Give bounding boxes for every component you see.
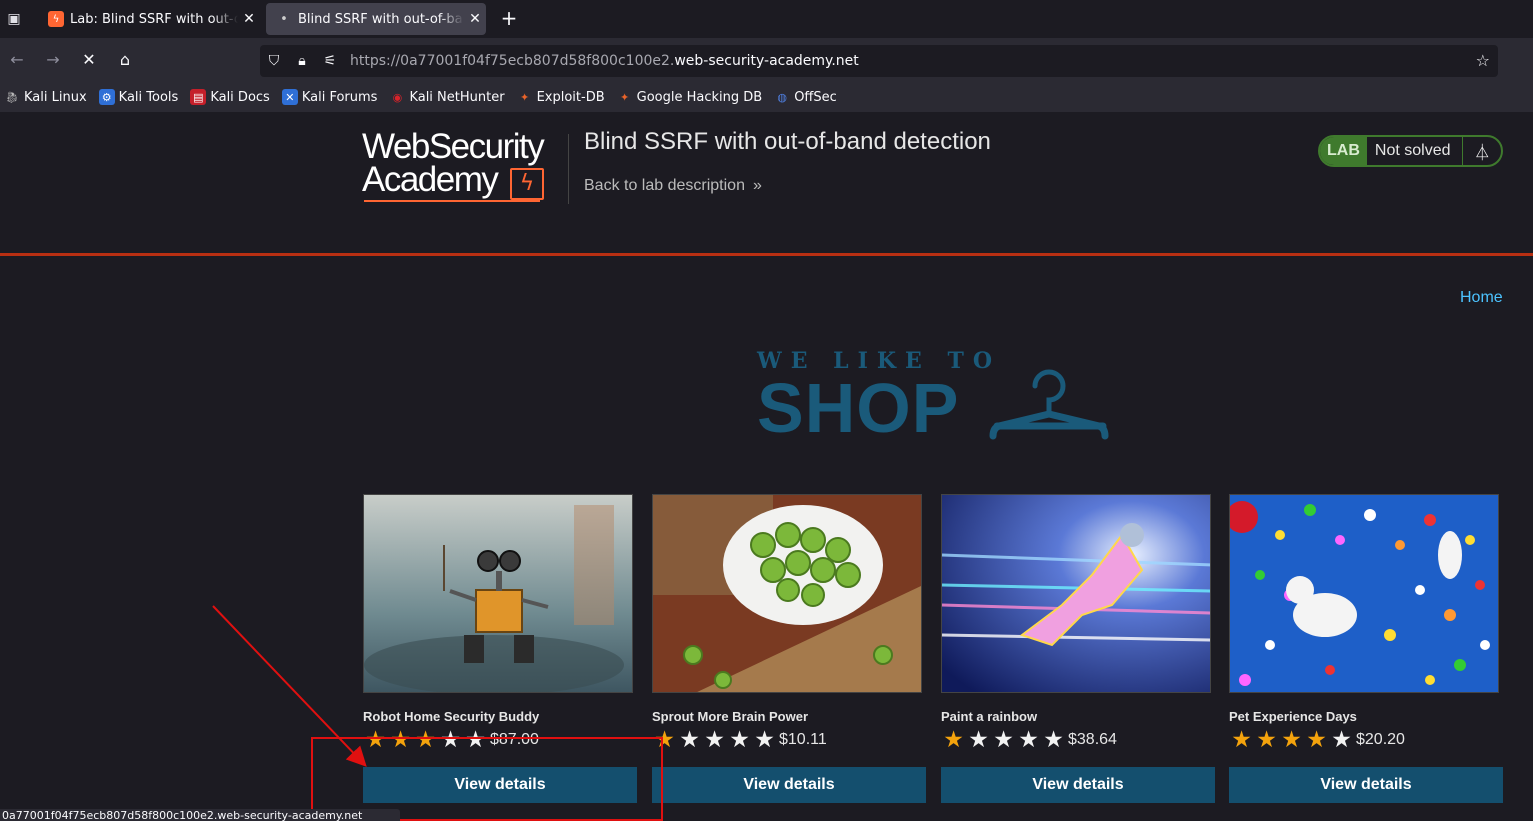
lock-icon[interactable]: 🔒︎ (288, 53, 316, 69)
star-icon: ★ (943, 727, 964, 753)
lightning-icon: ϟ (510, 168, 544, 200)
star-icon: ★ (1018, 727, 1039, 753)
home-icon[interactable]: ⌂ (114, 49, 136, 71)
product-card: Paint a rainbow ★ ★ ★ ★ ★ $38.64 View detail… (941, 494, 1215, 821)
kali-docs-icon: ▤ (190, 89, 207, 105)
close-tab-icon[interactable]: ✕ (238, 11, 260, 27)
flask-icon: ⏃ (1474, 143, 1491, 162)
url-text[interactable]: https://0a77001f04f75ecb807d58f800c100e2… (350, 53, 859, 69)
view-details-button[interactable]: View details (941, 767, 1215, 803)
bookmark-kali-linux[interactable]: 🐉︎ Kali Linux (4, 89, 87, 105)
back-to-lab-description-link[interactable]: Back to lab description» (584, 177, 762, 195)
bookmark-kali-nethunter[interactable]: ◉ Kali NetHunter (389, 89, 505, 105)
star-icon: ★ (704, 727, 725, 753)
tab-lab-description[interactable]: ϟ Lab: Blind SSRF with out-of-band detec… (38, 3, 260, 35)
product-rating: ★ ★ ★ ★ ★ $38.64 (941, 727, 1117, 753)
view-details-button[interactable]: View details (652, 767, 926, 803)
bookmark-kali-docs[interactable]: ▤ Kali Docs (190, 89, 270, 105)
lab-badge: LAB (1320, 137, 1367, 165)
nethunter-icon: ◉ (392, 90, 403, 104)
bookmark-offsec[interactable]: ◍ OffSec (774, 89, 836, 105)
product-card: Robot Home Security Buddy ★ ★ ★ ★ ★ $87.00 V… (363, 494, 637, 821)
product-price: $20.20 (1356, 731, 1405, 748)
star-icon: ★ (654, 727, 675, 753)
loading-dot-icon: • (280, 11, 288, 27)
tab-list-icon[interactable]: ▣ (4, 9, 24, 29)
product-image-robot[interactable] (363, 494, 633, 693)
star-icon: ★ (390, 727, 411, 753)
star-icon: ★ (1256, 727, 1277, 753)
forward-arrow-icon[interactable]: → (42, 49, 64, 71)
home-link[interactable]: Home (1460, 289, 1503, 307)
stop-loading-icon[interactable]: ✕ (78, 49, 100, 71)
kali-tools-icon: ⚙ (98, 89, 115, 105)
tab-bar: ▣ ϟ Lab: Blind SSRF with out-of-band det… (0, 0, 1533, 38)
star-icon: ★ (1043, 727, 1064, 753)
product-rating: ★ ★ ★ ★ ★ $10.11 (652, 727, 827, 753)
tab-label: Blind SSRF with out-of-band detection (298, 11, 464, 27)
star-icon: ★ (415, 727, 436, 753)
burp-lightning-icon: ϟ (48, 11, 64, 27)
bookmark-kali-tools[interactable]: ⚙ Kali Tools (98, 89, 178, 105)
product-price: $10.11 (779, 731, 827, 748)
new-tab-button[interactable]: + (497, 7, 521, 31)
link-status-bar: 0a77001f04f75ecb807d58f800c100e2.web-sec… (0, 809, 400, 821)
product-price: $38.64 (1068, 731, 1117, 748)
star-icon: ★ (465, 727, 486, 753)
product-card: Pet Experience Days ★ ★ ★ ★ ★ $20.20 View de… (1229, 494, 1503, 821)
bookmark-kali-forums[interactable]: ✕ Kali Forums (281, 89, 377, 105)
tab-active-lab[interactable]: • Blind SSRF with out-of-band detection … (266, 3, 486, 35)
bookmark-exploit-db[interactable]: ✦ Exploit-DB (517, 89, 605, 105)
star-icon: ★ (1331, 727, 1352, 753)
permissions-icon[interactable]: ⚟ (316, 53, 344, 69)
product-grid: Robot Home Security Buddy ★ ★ ★ ★ ★ $87.00 V… (363, 494, 1503, 821)
close-tab-icon[interactable]: ✕ (464, 11, 486, 27)
product-name: Paint a rainbow (941, 709, 1038, 724)
star-icon: ★ (440, 727, 461, 753)
lab-title: Blind SSRF with out-of-band detection (584, 128, 991, 155)
address-bar[interactable]: ⛉ 🔒︎ ⚟ https://0a77001f04f75ecb807d58f80… (260, 45, 1498, 77)
product-card: Sprout More Brain Power ★ ★ ★ ★ ★ $10.11 Vie… (652, 494, 926, 821)
kali-dragon-icon: 🐉︎ (5, 90, 19, 104)
star-icon: ★ (993, 727, 1014, 753)
bookmark-star-icon[interactable]: ☆ (1476, 51, 1490, 70)
lab-status-text: Not solved (1367, 137, 1464, 165)
web-page: WebSecurity Academy ϟ Blind SSRF with ou… (0, 112, 1533, 821)
back-arrow-icon[interactable]: ← (6, 49, 28, 71)
exploit-db-icon: ✦ (519, 90, 530, 104)
we-like-to-shop-banner: WE LIKE TO SHOP (757, 348, 1117, 448)
view-details-button[interactable]: View details (363, 767, 637, 803)
star-icon: ★ (754, 727, 775, 753)
product-rating: ★ ★ ★ ★ ★ $20.20 (1229, 727, 1405, 753)
lab-status-widget: LAB Not solved ⏃ (1318, 135, 1503, 167)
view-details-button[interactable]: View details (1229, 767, 1503, 803)
product-name: Pet Experience Days (1229, 709, 1357, 724)
star-icon: ★ (729, 727, 750, 753)
star-icon: ★ (679, 727, 700, 753)
product-image-rainbow[interactable] (941, 494, 1211, 693)
lab-header: WebSecurity Academy ϟ Blind SSRF with ou… (0, 112, 1533, 256)
star-icon: ★ (1231, 727, 1252, 753)
product-image-pets[interactable] (1229, 494, 1499, 693)
ghdb-icon: ✦ (620, 90, 630, 104)
hanger-icon (989, 369, 1109, 440)
star-icon: ★ (1306, 727, 1327, 753)
product-name: Sprout More Brain Power (652, 709, 809, 724)
product-price: $87.00 (490, 731, 539, 748)
double-chevron-right-icon: » (752, 177, 762, 194)
bookmark-google-hacking-db[interactable]: ✦ Google Hacking DB (617, 89, 762, 105)
web-security-academy-logo[interactable]: WebSecurity Academy ϟ (362, 129, 568, 206)
product-image-sprouts[interactable] (652, 494, 922, 693)
kali-forums-icon: ✕ (281, 89, 298, 105)
offsec-icon: ◍ (777, 90, 787, 104)
product-name: Robot Home Security Buddy (363, 709, 540, 724)
navigation-bar: ← → ✕ ⌂ ⛉ 🔒︎ ⚟ https://0a77001f04f75ecb8… (0, 38, 1533, 82)
star-icon: ★ (968, 727, 989, 753)
bookmarks-toolbar: 🐉︎ Kali Linux ⚙ Kali Tools ▤ Kali Docs ✕ Kal… (0, 82, 1533, 112)
star-icon: ★ (1281, 727, 1302, 753)
tab-label: Lab: Blind SSRF with out-of-band detecti… (70, 11, 238, 27)
product-rating: ★ ★ ★ ★ ★ $87.00 (363, 727, 539, 753)
tracking-shield-icon[interactable]: ⛉ (260, 53, 288, 69)
star-icon: ★ (365, 727, 386, 753)
